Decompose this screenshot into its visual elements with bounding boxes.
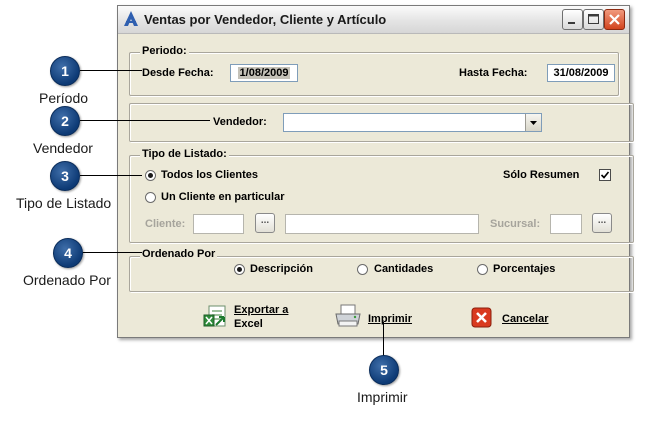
callout-2-leader bbox=[80, 120, 210, 121]
radio-cantidades[interactable] bbox=[357, 264, 368, 275]
exportar-label-line1: Exportar a bbox=[234, 304, 289, 316]
cancelar-label: Cancelar bbox=[502, 313, 549, 325]
callout-1-leader bbox=[80, 70, 142, 71]
chevron-down-icon bbox=[530, 121, 537, 125]
callout-1-caption: Período bbox=[39, 90, 89, 106]
desde-fecha-label: Desde Fecha: bbox=[142, 67, 214, 79]
tipo-listado-legend: Tipo de Listado: bbox=[140, 148, 229, 160]
desde-fecha-value: 1/08/2009 bbox=[237, 67, 291, 79]
app-logo-icon bbox=[124, 11, 138, 26]
ordenado-por-legend: Ordenado Por bbox=[140, 248, 218, 260]
close-button[interactable] bbox=[604, 9, 625, 30]
callout-5-caption: Imprimir bbox=[357, 389, 408, 405]
callout-3-caption: Tipo de Listado bbox=[16, 195, 112, 211]
maximize-icon bbox=[588, 14, 599, 24]
excel-export-icon bbox=[203, 305, 226, 327]
descripcion-label: Descripción bbox=[250, 263, 313, 275]
cliente-label: Cliente: bbox=[145, 218, 186, 230]
maximize-button[interactable] bbox=[583, 9, 604, 30]
close-icon bbox=[609, 14, 620, 25]
vendedor-dropdown-button[interactable] bbox=[525, 114, 541, 131]
sucursal-label: Sucursal: bbox=[490, 218, 541, 230]
solo-resumen-checkbox[interactable] bbox=[599, 169, 611, 181]
periodo-legend: Periodo: bbox=[140, 45, 189, 57]
title-bar[interactable]: Ventas por Vendedor, Cliente y Artículo bbox=[118, 6, 629, 34]
callout-4-caption: Ordenado Por bbox=[23, 272, 111, 288]
callout-2-badge: 2 bbox=[50, 106, 80, 136]
vendedor-select[interactable] bbox=[283, 113, 542, 132]
callout-1-badge: 1 bbox=[50, 56, 80, 86]
cancelar-button[interactable]: Cancelar bbox=[471, 306, 561, 330]
radio-porcentajes[interactable] bbox=[477, 264, 488, 275]
solo-resumen-label: Sólo Resumen bbox=[503, 169, 580, 181]
cliente-name-input[interactable] bbox=[285, 214, 479, 234]
report-dialog: Ventas por Vendedor, Cliente y Artículo … bbox=[117, 5, 634, 338]
imprimir-label: Imprimir bbox=[368, 313, 413, 325]
callout-5-leader bbox=[383, 322, 384, 356]
vendedor-label: Vendedor: bbox=[213, 116, 267, 128]
callout-4-leader bbox=[82, 252, 142, 253]
minimize-icon bbox=[568, 22, 575, 24]
todos-clientes-label: Todos los Clientes bbox=[161, 169, 258, 181]
porcentajes-label: Porcentajes bbox=[493, 263, 556, 275]
hasta-fecha-value: 31/08/2009 bbox=[553, 67, 609, 79]
window-title: Ventas por Vendedor, Cliente y Artículo bbox=[144, 12, 387, 27]
callout-5-badge: 5 bbox=[369, 355, 399, 385]
checkmark-icon bbox=[600, 171, 610, 179]
sucursal-search-button[interactable]: ... bbox=[592, 213, 612, 233]
callout-3-badge: 3 bbox=[50, 161, 80, 191]
callout-4-badge: 4 bbox=[53, 238, 83, 268]
sucursal-input[interactable] bbox=[550, 214, 582, 234]
radio-un-cliente[interactable] bbox=[145, 192, 156, 203]
cliente-search-button[interactable]: ... bbox=[255, 213, 275, 233]
cantidades-label: Cantidades bbox=[374, 263, 434, 275]
printer-icon bbox=[335, 304, 361, 327]
un-cliente-label: Un Cliente en particular bbox=[161, 191, 285, 203]
radio-todos-clientes[interactable] bbox=[145, 170, 156, 181]
hasta-fecha-input[interactable]: 31/08/2009 bbox=[547, 64, 615, 82]
imprimir-button[interactable]: Imprimir bbox=[333, 303, 423, 331]
cliente-code-input[interactable] bbox=[193, 214, 244, 234]
hasta-fecha-label: Hasta Fecha: bbox=[459, 67, 528, 79]
exportar-excel-button[interactable]: Exportar a Excel bbox=[202, 302, 302, 332]
radio-descripcion[interactable] bbox=[234, 264, 245, 275]
callout-3-leader bbox=[80, 175, 142, 176]
minimize-button[interactable] bbox=[562, 9, 583, 30]
cancel-x-icon bbox=[471, 307, 492, 328]
desde-fecha-input[interactable]: 1/08/2009 bbox=[230, 64, 298, 82]
exportar-label-line2: Excel bbox=[234, 318, 263, 330]
callout-2-caption: Vendedor bbox=[33, 140, 93, 156]
